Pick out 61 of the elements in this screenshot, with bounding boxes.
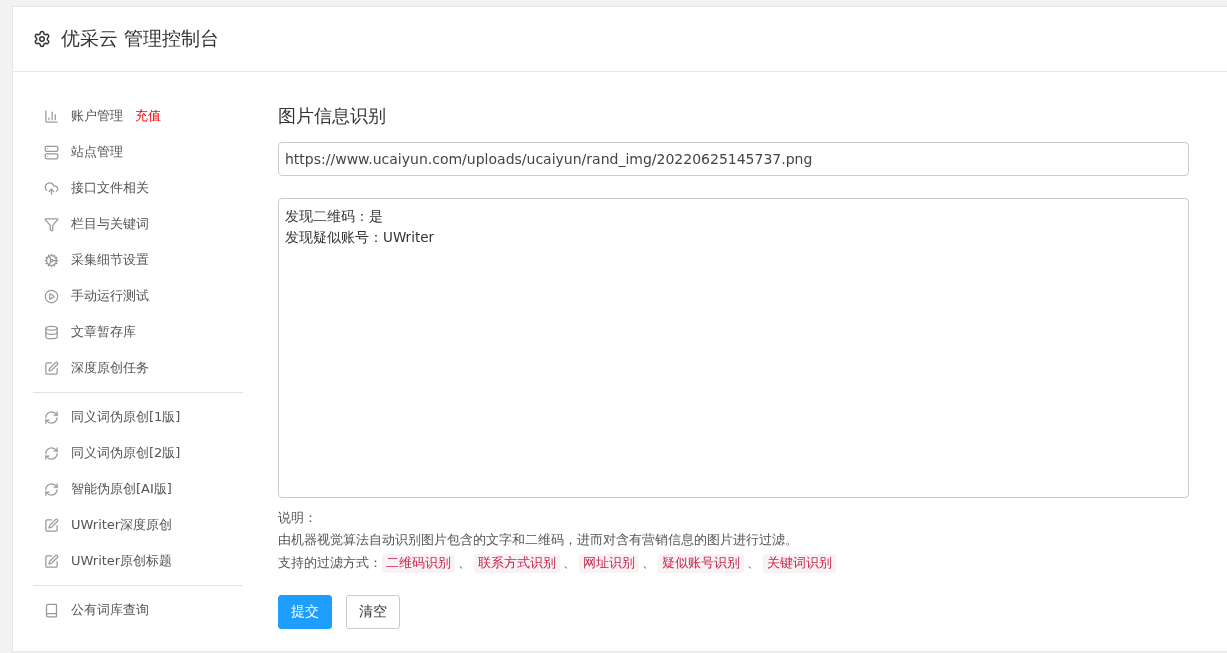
sidebar-item[interactable]: 接口文件相关 — [33, 170, 243, 206]
sidebar-item[interactable]: UWriter深度原创 — [33, 507, 243, 543]
filter-tag: 网址识别 — [579, 554, 639, 573]
sidebar-item[interactable]: 公有词库查询 — [33, 592, 243, 628]
menu-label: UWriter原创标题 — [71, 552, 173, 570]
refresh-icon — [44, 409, 59, 425]
separator: 、 — [457, 555, 472, 572]
filters-label: 支持的过滤方式： — [278, 555, 382, 572]
filter-tag: 疑似账号识别 — [658, 554, 744, 573]
sidebar-item[interactable]: 站点管理 — [33, 134, 243, 170]
chart-icon — [44, 108, 59, 124]
play-icon — [44, 288, 59, 304]
sidebar-item[interactable]: 采集细节设置 — [33, 242, 243, 278]
console-title: 优采云 管理控制台 — [61, 26, 220, 51]
menu-label: 站点管理 — [71, 143, 123, 161]
settings-icon — [33, 30, 51, 48]
menu-label: 智能伪原创[AI版] — [71, 480, 172, 498]
menu-label: 账户管理 — [71, 107, 123, 125]
filter-tag: 二维码识别 — [382, 554, 455, 573]
menu-label: UWriter深度原创 — [71, 516, 173, 534]
separator: 、 — [562, 555, 577, 572]
result-box[interactable]: 发现二维码：是 发现疑似账号：UWriter — [278, 198, 1189, 498]
menu-label: 文章暂存库 — [71, 323, 136, 341]
separator: 、 — [746, 555, 761, 572]
page-title: 图片信息识别 — [278, 104, 387, 128]
menu-label: 栏目与关键词 — [71, 215, 149, 233]
menu-label: 公有词库查询 — [71, 601, 149, 619]
gears-icon — [44, 252, 59, 268]
sidebar-item[interactable]: 账户管理 充值 — [33, 98, 243, 134]
sidebar-item[interactable]: 同义词伪原创[1版] — [33, 399, 243, 435]
sidebar-item[interactable]: 文章暂存库 — [33, 314, 243, 350]
database-icon — [44, 324, 59, 340]
sidebar-item[interactable]: 手动运行测试 — [33, 278, 243, 314]
separator: 、 — [641, 555, 656, 572]
menu-label: 手动运行测试 — [71, 287, 149, 305]
menu-label: 采集细节设置 — [71, 251, 149, 269]
url-field[interactable]: https://www.ucaiyun.com/uploads/ucaiyun/rand_img/20220625145737.png — [278, 142, 1189, 176]
sidebar-item[interactable]: 同义词伪原创[2版] — [33, 435, 243, 471]
sidebar-item[interactable]: 栏目与关键词 — [33, 206, 243, 242]
edit-icon — [44, 553, 59, 569]
notes-heading: 说明： — [278, 510, 318, 527]
filter-tag: 联系方式识别 — [474, 554, 560, 573]
refresh-icon — [44, 445, 59, 461]
filter-icon — [44, 216, 59, 232]
edit-icon — [44, 360, 59, 376]
book-icon — [44, 602, 59, 618]
menu-label: 接口文件相关 — [71, 179, 149, 197]
recharge-link[interactable]: 充值 — [135, 107, 161, 125]
menu-label: 同义词伪原创[2版] — [71, 444, 181, 462]
server-icon — [44, 144, 59, 160]
cloud-upload-icon — [44, 180, 59, 196]
menu-label: 同义词伪原创[1版] — [71, 408, 181, 426]
sidebar-item[interactable]: 智能伪原创[AI版] — [33, 471, 243, 507]
filter-tag: 关键词识别 — [763, 554, 836, 573]
menu-label: 深度原创任务 — [71, 359, 149, 377]
refresh-icon — [44, 481, 59, 497]
sidebar-item[interactable]: 深度原创任务 — [33, 350, 243, 386]
notes-description: 由机器视觉算法自动识别图片包含的文字和二维码，进而对含有营销信息的图片进行过滤。 — [278, 532, 799, 549]
clear-button[interactable]: 清空 — [346, 595, 400, 629]
edit-icon — [44, 517, 59, 533]
sidebar-item[interactable]: UWriter原创标题 — [33, 543, 243, 579]
